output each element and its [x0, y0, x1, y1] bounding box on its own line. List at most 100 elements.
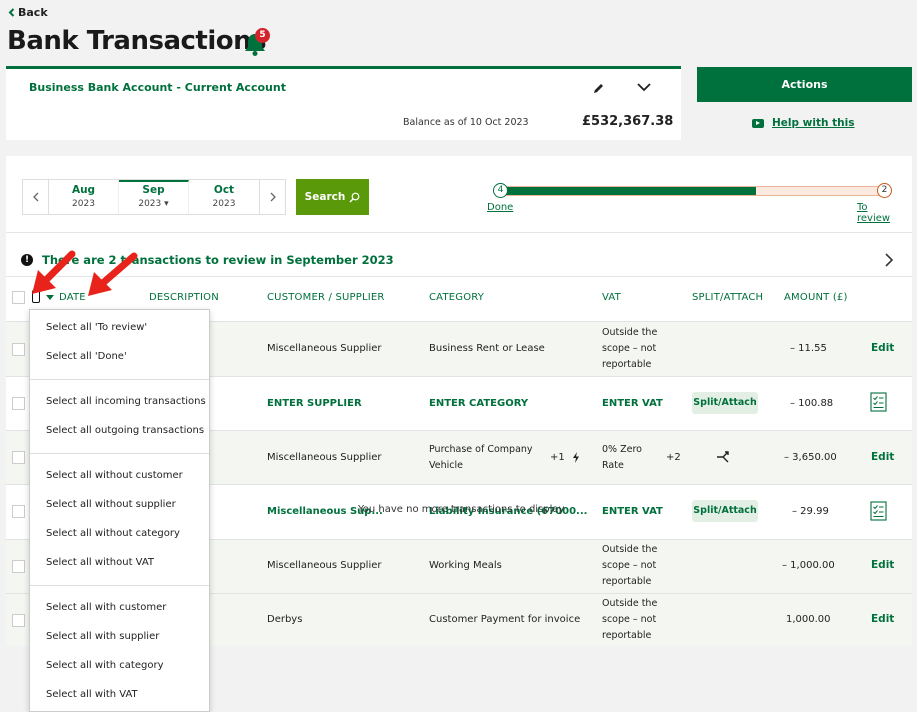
empty-message: You have no more transactions to display	[358, 504, 565, 515]
edit-link[interactable]: Edit	[871, 342, 894, 354]
back-link[interactable]: Back	[8, 6, 48, 19]
split-icon	[717, 451, 729, 463]
balance-value: £532,367.38	[582, 114, 674, 129]
to-review-link[interactable]: To review	[857, 202, 902, 224]
row-vat: Outside the scope – not reportable	[602, 325, 657, 373]
vat-line: 0% Zero	[602, 444, 642, 455]
menu-item-with-vat[interactable]: Select all with VAT	[46, 689, 138, 700]
lightning-icon	[573, 452, 579, 463]
menu-divider	[30, 453, 209, 454]
row-vat: Outside the scope – not reportable	[602, 596, 657, 644]
checklist-icon[interactable]	[870, 392, 887, 412]
search-button[interactable]: Search	[296, 179, 369, 215]
review-banner[interactable]: ! There are 2 transactions to review in …	[12, 244, 906, 276]
annotation-arrows	[32, 250, 138, 296]
vat-line: Outside the	[602, 544, 658, 555]
vat-line: Rate	[602, 460, 624, 471]
video-play-icon	[752, 118, 764, 128]
row-checkbox[interactable]	[12, 614, 25, 627]
help-link[interactable]: Help with this	[752, 117, 854, 129]
chevron-left-icon	[32, 192, 38, 202]
row-checkbox[interactable]	[12, 505, 25, 518]
row-amount: – 11.55	[790, 343, 827, 354]
account-name: Business Bank Account - Current Account	[29, 81, 286, 94]
enter-vat-link[interactable]: ENTER VAT	[602, 506, 663, 517]
month-year: 2023	[212, 199, 236, 209]
edit-link[interactable]: Edit	[871, 613, 894, 625]
menu-item-with-customer[interactable]: Select all with customer	[46, 602, 166, 613]
chevron-down-icon[interactable]	[636, 81, 652, 93]
prev-month-button[interactable]	[23, 180, 49, 214]
enter-vat-link[interactable]: ENTER VAT	[602, 398, 663, 409]
vat-extra: +2	[666, 452, 681, 463]
search-label: Search	[304, 191, 346, 203]
category-extra: +1	[550, 452, 565, 463]
menu-item-without-customer[interactable]: Select all without customer	[46, 470, 183, 481]
menu-item-select-to-review[interactable]: Select all 'To review'	[46, 322, 147, 333]
menu-divider	[30, 585, 209, 586]
done-link[interactable]: Done	[487, 202, 513, 213]
menu-item-with-category[interactable]: Select all with category	[46, 660, 163, 671]
row-amount: – 29.99	[792, 506, 829, 517]
pencil-icon[interactable]	[592, 82, 605, 95]
divider	[6, 232, 912, 233]
vat-line: reportable	[602, 576, 652, 587]
row-category: Purchase of Company Vehicle	[429, 444, 533, 471]
row-checkbox[interactable]	[12, 343, 25, 356]
chevron-left-icon	[8, 8, 15, 17]
menu-item-select-incoming[interactable]: Select all incoming transactions	[46, 396, 206, 407]
balance-label: Balance as of 10 Oct 2023	[403, 117, 529, 128]
vat-line: Outside the	[602, 327, 658, 338]
row-supplier: Miscellaneous Supplier	[267, 343, 382, 354]
enter-supplier-link[interactable]: ENTER SUPPLIER	[267, 398, 362, 409]
header-customer-supplier[interactable]: CUSTOMER / SUPPLIER	[267, 292, 385, 303]
menu-item-select-outgoing[interactable]: Select all outgoing transactions	[46, 425, 204, 436]
review-progress: 4 2 Done To review	[487, 181, 902, 224]
back-label: Back	[18, 6, 48, 19]
row-amount: – 3,650.00	[784, 452, 837, 463]
header-description[interactable]: DESCRIPTION	[149, 292, 219, 303]
select-all-checkbox[interactable]	[12, 291, 25, 304]
month-oct[interactable]: Oct 2023	[189, 180, 259, 214]
progress-bar-fill	[503, 187, 757, 195]
month-aug[interactable]: Aug 2023	[49, 180, 119, 214]
edit-link[interactable]: Edit	[871, 559, 894, 571]
account-card: Business Bank Account - Current Account …	[6, 66, 681, 140]
row-supplier: Derbys	[267, 614, 303, 625]
menu-item-without-category[interactable]: Select all without category	[46, 528, 180, 539]
next-month-button[interactable]	[259, 180, 285, 214]
edit-link[interactable]: Edit	[871, 451, 894, 463]
menu-item-without-supplier[interactable]: Select all without supplier	[46, 499, 176, 510]
actions-button[interactable]: Actions	[697, 67, 912, 102]
row-checkbox[interactable]	[12, 397, 25, 410]
split-attach-button[interactable]: Split/Attach	[692, 392, 758, 414]
notification-badge: 5	[255, 28, 270, 43]
enter-category-link[interactable]: ENTER CATEGORY	[429, 398, 528, 409]
row-amount: 1,000.00	[786, 614, 831, 625]
header-amount[interactable]: AMOUNT (£)	[784, 292, 848, 303]
menu-item-without-vat[interactable]: Select all without VAT	[46, 557, 154, 568]
chevron-right-icon	[885, 253, 894, 267]
month-sep[interactable]: Sep 2023 ▾	[119, 180, 189, 214]
row-vat: 0% Zero Rate	[602, 442, 642, 474]
search-icon	[349, 192, 360, 202]
page-title: Bank Transactions	[7, 26, 267, 56]
month-label: Aug	[71, 184, 96, 196]
review-count: 2	[877, 183, 892, 198]
month-label: Sep	[142, 184, 165, 196]
row-checkbox[interactable]	[12, 560, 25, 573]
row-checkbox[interactable]	[12, 451, 25, 464]
header-vat[interactable]: VAT	[602, 292, 621, 303]
month-year: 2023 ▾	[138, 199, 169, 209]
checklist-icon[interactable]	[870, 501, 887, 521]
row-category: Business Rent or Lease	[429, 343, 545, 354]
header-category[interactable]: CATEGORY	[429, 292, 484, 303]
row-amount: – 1,000.00	[782, 560, 835, 571]
split-attach-button[interactable]: Split/Attach	[692, 500, 758, 522]
vat-line: scope – not	[602, 560, 657, 571]
menu-item-select-done[interactable]: Select all 'Done'	[46, 351, 127, 362]
done-count: 4	[493, 183, 508, 198]
menu-divider	[30, 379, 209, 380]
menu-item-with-supplier[interactable]: Select all with supplier	[46, 631, 159, 642]
chevron-right-icon	[270, 192, 276, 202]
